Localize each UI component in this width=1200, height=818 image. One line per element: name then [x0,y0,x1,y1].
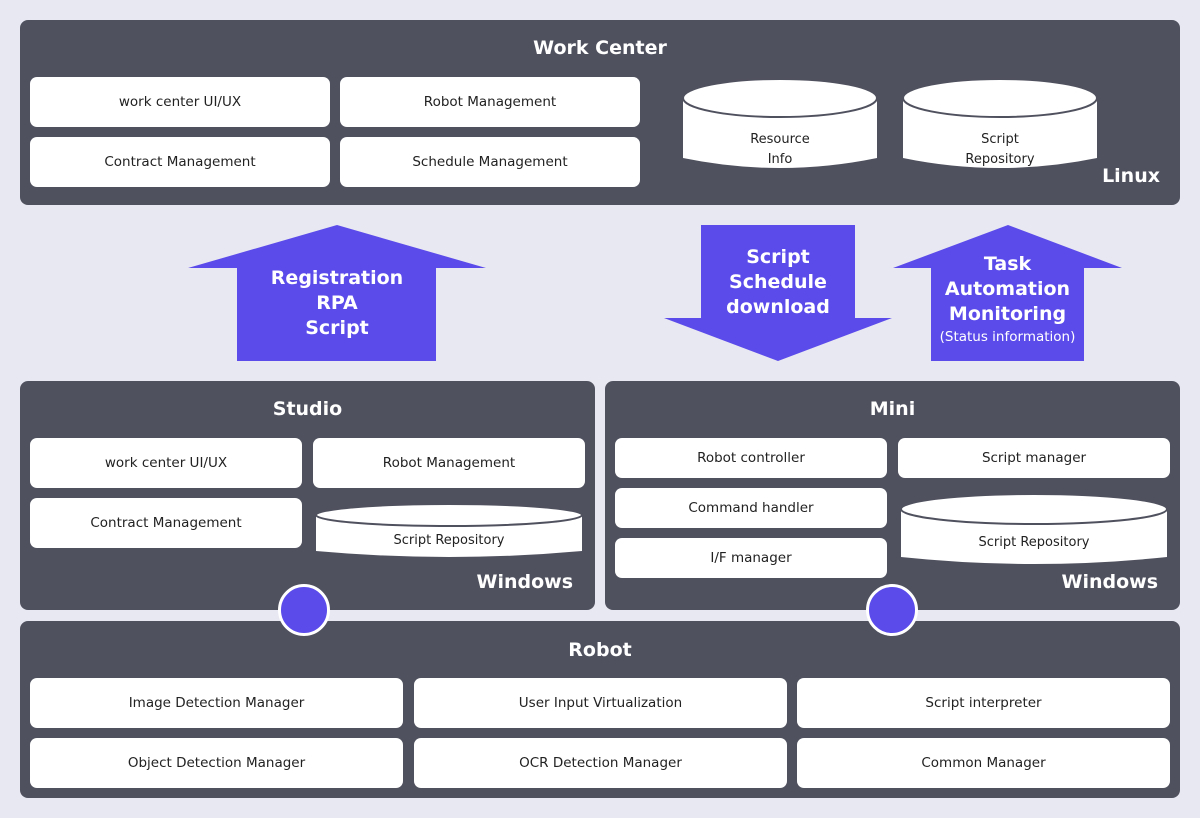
contract-management-box: Contract Management [30,137,330,187]
object-detection-manager-box: Object Detection Manager [30,738,403,788]
mini-robot-connector [866,584,918,636]
work-center-panel: Work Center work center UI/UX Robot Mana… [20,20,1180,205]
monitoring-line3: Monitoring [948,303,1067,325]
command-handler-box: Command handler [615,488,887,528]
studio-panel: Studio work center UI/UX Robot Managemen… [20,381,595,610]
robot-management-box: Robot Management [340,77,640,127]
studio-robot-connector [278,584,330,636]
registration-arrow: Registration RPA Script [188,225,486,361]
mini-title: Mini [869,398,916,420]
registration-line3: Script [305,317,369,339]
common-manager-box: Common Manager [797,738,1170,788]
studio-title: Studio [272,398,343,420]
script-interpreter-box: Script interpreter [797,678,1170,728]
robot-title: Robot [568,639,632,661]
download-line3: download [726,296,830,318]
image-detection-manager-box: Image Detection Manager [30,678,403,728]
database-icon [900,493,1168,564]
work-center-title: Work Center [533,37,667,59]
studio-script-repository-database: Script Repository [315,503,583,559]
robot-panel: Robot Image Detection Manager User Input… [20,621,1180,798]
resource-info-database: Resource Info [682,78,878,173]
download-line2: Schedule [729,271,827,293]
mini-script-repository-label: Script Repository [978,535,1090,550]
monitoring-arrow: Task Automation Monitoring (Status infor… [893,225,1122,361]
work-center-os-label: Linux [1102,165,1160,187]
resource-info-line2: Info [767,152,793,167]
studio-contract-management-box: Contract Management [30,498,302,548]
script-repository-line1: Script [981,132,1019,147]
user-input-virtualization-box: User Input Virtualization [414,678,787,728]
work-center-ui-ux-box: work center UI/UX [30,77,330,127]
script-repository-line2: Repository [965,152,1035,167]
download-line1: Script [746,246,810,268]
studio-script-repository-label: Script Repository [393,533,505,548]
download-arrow: Script Schedule download [664,225,892,361]
mini-panel: Mini Robot controller Script manager Com… [605,381,1180,610]
resource-info-line1: Resource [750,132,810,147]
registration-line2: RPA [316,292,358,314]
registration-line1: Registration [270,267,404,289]
studio-robot-management-box: Robot Management [313,438,585,488]
robot-controller-box: Robot controller [615,438,887,478]
monitoring-line2: Automation [944,278,1071,300]
monitoring-subtitle: (Status information) [939,329,1076,345]
studio-os-label: Windows [476,571,573,593]
script-manager-box: Script manager [898,438,1170,478]
ocr-detection-manager-box: OCR Detection Manager [414,738,787,788]
schedule-management-box: Schedule Management [340,137,640,187]
studio-ui-ux-box: work center UI/UX [30,438,302,488]
script-repository-database: Script Repository [902,78,1098,173]
mini-script-repository-database: Script Repository [900,493,1168,568]
monitoring-line1: Task [983,253,1032,275]
if-manager-box: I/F manager [615,538,887,578]
mini-os-label: Windows [1061,571,1158,593]
